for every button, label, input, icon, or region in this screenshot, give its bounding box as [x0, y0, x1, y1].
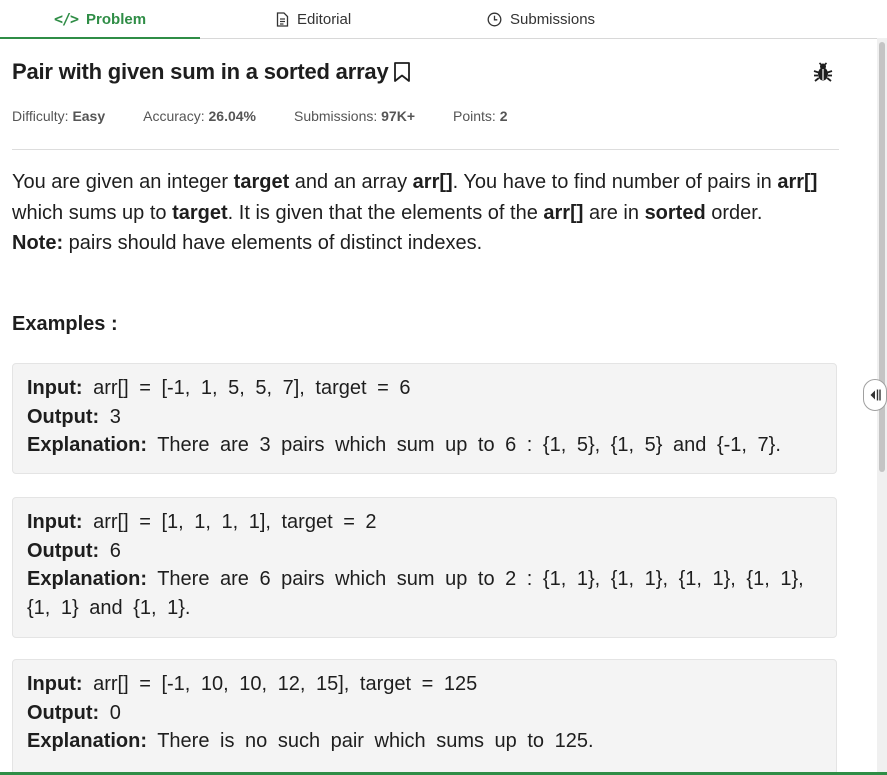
tab-bar: </> Problem Editorial Submissions [0, 0, 877, 39]
meta-points: Points: 2 [453, 108, 508, 124]
examples-heading: Examples : [12, 313, 118, 335]
divider [12, 149, 839, 150]
example-input: Input: arr[] = [-1, 10, 10, 12, 15], tar… [27, 673, 478, 695]
problem-description: You are given an integer target and an a… [12, 167, 832, 259]
example-output: Output: 6 [27, 539, 121, 562]
tab-problem[interactable]: </> Problem [0, 0, 200, 39]
description-note: Note: pairs should have elements of dist… [12, 232, 483, 254]
tab-editorial-label: Editorial [297, 10, 352, 28]
tab-editorial[interactable]: Editorial [276, 0, 351, 38]
bug-icon[interactable] [812, 61, 834, 88]
problem-panel: Pair with given sum in a sorted array Di… [0, 39, 877, 775]
panel-resize-icon[interactable] [863, 379, 887, 411]
example-input: Input: arr[] = [1, 1, 1, 1], target = 2 [27, 511, 377, 533]
tab-submissions-label: Submissions [510, 10, 596, 28]
example-box: Input: arr[] = [-1, 10, 10, 12, 15], tar… [12, 659, 837, 775]
meta-submissions: Submissions: 97K+ [293, 108, 415, 124]
example-output: Output: 0 [27, 701, 121, 724]
example-explanation: Explanation: There are 3 pairs which sum… [27, 434, 781, 456]
problem-title: Pair with given sum in a sorted array [12, 59, 389, 84]
example-input: Input: arr[] = [-1, 1, 5, 5, 7], target … [27, 377, 411, 399]
meta-difficulty: Difficulty: Easy [12, 108, 106, 124]
example-explanation: Explanation: There is no such pair which… [27, 730, 594, 752]
tab-problem-label: Problem [86, 10, 147, 28]
document-icon [276, 11, 289, 27]
meta-accuracy: Accuracy: 26.04% [143, 108, 256, 124]
clock-icon [487, 12, 502, 27]
example-box: Input: arr[] = [1, 1, 1, 1], target = 2 … [12, 497, 837, 638]
tab-submissions[interactable]: Submissions [487, 0, 595, 38]
bookmark-icon[interactable] [393, 61, 411, 83]
example-explanation: Explanation: There are 6 pairs which sum… [27, 568, 804, 619]
title-row: Pair with given sum in a sorted array [12, 59, 411, 85]
description-paragraph: You are given an integer target and an a… [12, 171, 818, 224]
example-output: Output: 3 [27, 405, 121, 428]
example-box: Input: arr[] = [-1, 1, 5, 5, 7], target … [12, 363, 837, 474]
problem-meta: Difficulty: Easy Accuracy: 26.04% Submis… [12, 108, 546, 124]
code-icon: </> [53, 10, 79, 28]
